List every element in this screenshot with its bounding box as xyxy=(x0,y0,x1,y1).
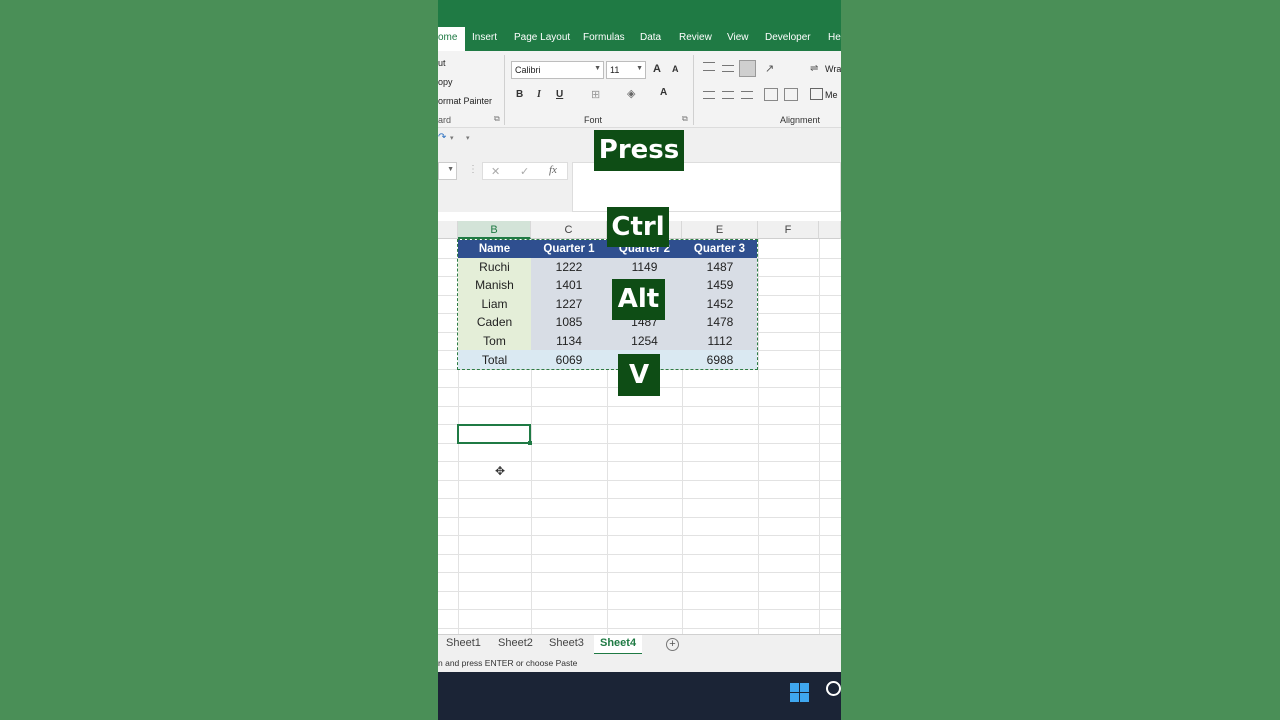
wrap-text-label[interactable]: Wra xyxy=(825,64,841,74)
overlay-v-label: V xyxy=(618,354,660,396)
gridline xyxy=(438,498,841,499)
tab-help[interactable]: He xyxy=(828,32,841,43)
cursor-crosshair-icon: ✥ xyxy=(495,464,506,478)
more-options-icon[interactable]: ⋮ xyxy=(468,164,478,175)
column-header-b[interactable]: B xyxy=(458,221,531,239)
clipboard-launcher-icon[interactable]: ⧉ xyxy=(494,114,500,124)
font-group-label: Font xyxy=(584,115,603,125)
ribbon-divider xyxy=(693,55,694,125)
borders-icon[interactable]: ⊞ xyxy=(591,88,600,101)
font-launcher-icon[interactable]: ⧉ xyxy=(682,114,688,124)
copy-marquee xyxy=(457,239,758,370)
merge-center-icon[interactable] xyxy=(810,88,823,100)
ribbon-tabs: ome Insert Page Layout Formulas Data Rev… xyxy=(438,27,841,51)
decrease-font-button[interactable]: A xyxy=(672,64,679,74)
overlay-alt-label: Alt xyxy=(612,279,665,320)
sheet-tab-1[interactable]: Sheet1 xyxy=(446,637,481,649)
status-text: n and press ENTER or choose Paste xyxy=(438,658,578,668)
align-bottom-icon[interactable] xyxy=(739,60,756,77)
tab-view[interactable]: View xyxy=(727,32,749,43)
format-painter-button[interactable]: ormat Painter xyxy=(438,96,492,106)
italic-button[interactable]: I xyxy=(537,89,541,100)
excel-window: ome Insert Page Layout Formulas Data Rev… xyxy=(438,0,841,720)
enter-icon[interactable]: ✓ xyxy=(520,165,529,178)
sheet-tab-2[interactable]: Sheet2 xyxy=(498,637,533,649)
increase-font-button[interactable]: A xyxy=(653,63,661,75)
ribbon-divider xyxy=(504,55,505,125)
decrease-indent-icon[interactable] xyxy=(764,88,778,101)
chevron-down-icon: ▼ xyxy=(636,65,643,72)
fill-handle[interactable] xyxy=(528,441,532,445)
align-top-icon[interactable] xyxy=(703,62,715,71)
font-name-value: Calibri xyxy=(515,65,541,75)
taskbar xyxy=(438,672,841,720)
gridline xyxy=(758,239,759,634)
wrap-text-icon[interactable]: ⇌ xyxy=(810,63,818,74)
font-color-button[interactable]: A xyxy=(660,87,667,98)
add-sheet-icon[interactable]: + xyxy=(666,638,679,651)
bold-button[interactable]: B xyxy=(516,89,523,100)
search-icon[interactable] xyxy=(826,681,841,696)
select-all-corner[interactable] xyxy=(438,221,458,239)
gridline xyxy=(438,406,841,407)
column-header-g[interactable] xyxy=(819,221,841,239)
align-left-icon[interactable] xyxy=(703,91,715,99)
overlay-ctrl-label: Ctrl xyxy=(607,207,669,247)
align-right-icon[interactable] xyxy=(741,91,753,99)
merge-center-label[interactable]: Me xyxy=(825,90,838,100)
chevron-down-icon[interactable]: ▾ xyxy=(450,134,454,142)
font-size-select[interactable]: 11 ▼ xyxy=(606,61,646,79)
cancel-icon[interactable]: ✕ xyxy=(491,165,500,178)
column-header-e[interactable]: E xyxy=(682,221,758,239)
tab-developer[interactable]: Developer xyxy=(765,32,811,43)
sheet-tab-4[interactable]: Sheet4 xyxy=(594,635,643,655)
font-name-select[interactable]: Calibri ▼ xyxy=(511,61,604,79)
chevron-down-icon: ▼ xyxy=(594,65,601,72)
formula-buttons: ✕ ✓ fx xyxy=(482,162,568,180)
name-box[interactable]: ▼ xyxy=(438,162,457,180)
tab-formulas[interactable]: Formulas xyxy=(583,32,625,43)
gridline xyxy=(438,461,841,462)
customize-toolbar-icon[interactable]: ▾ xyxy=(466,134,470,142)
column-header-f[interactable]: F xyxy=(758,221,819,239)
sheet-tabs: Sheet1 Sheet2 Sheet3 Sheet4 + xyxy=(438,634,841,655)
gridline xyxy=(438,480,841,481)
gridline xyxy=(438,609,841,610)
align-center-icon[interactable] xyxy=(722,91,734,99)
ribbon: ut opy ormat Painter ard ⧉ Calibri ▼ 11 … xyxy=(438,51,841,128)
orientation-icon[interactable]: ↗ xyxy=(765,62,774,75)
font-size-value: 11 xyxy=(610,65,620,75)
tab-insert[interactable]: Insert xyxy=(472,32,497,43)
column-header-c[interactable]: C xyxy=(531,221,607,239)
status-bar: n and press ENTER or choose Paste xyxy=(438,654,841,672)
increase-indent-icon[interactable] xyxy=(784,88,798,101)
cut-button[interactable]: ut xyxy=(438,58,446,68)
underline-button[interactable]: U xyxy=(556,89,563,100)
copy-button[interactable]: opy xyxy=(438,77,453,87)
redo-icon[interactable]: ↷ xyxy=(438,132,446,143)
active-cell[interactable] xyxy=(457,424,532,445)
windows-start-icon[interactable] xyxy=(790,683,810,703)
gridline xyxy=(438,554,841,555)
title-bar xyxy=(438,0,841,27)
tab-page-layout[interactable]: Page Layout xyxy=(514,32,570,43)
tab-review[interactable]: Review xyxy=(679,32,712,43)
tab-home[interactable]: ome xyxy=(438,27,466,51)
chevron-down-icon: ▼ xyxy=(447,166,454,173)
gridline xyxy=(438,535,841,536)
tab-data[interactable]: Data xyxy=(640,32,661,43)
gridline xyxy=(819,239,820,634)
fill-color-icon[interactable]: ◈ xyxy=(627,87,635,100)
insert-function-icon[interactable]: fx xyxy=(549,164,557,176)
gridline xyxy=(438,517,841,518)
alignment-group-label: Alignment xyxy=(780,115,821,125)
sheet-tab-3[interactable]: Sheet3 xyxy=(549,637,584,649)
gridline xyxy=(438,572,841,573)
gridline xyxy=(438,628,841,629)
align-middle-icon[interactable] xyxy=(722,65,734,72)
gridline xyxy=(438,591,841,592)
clipboard-group-label: ard xyxy=(438,115,452,125)
overlay-press-label: Press xyxy=(594,130,684,171)
